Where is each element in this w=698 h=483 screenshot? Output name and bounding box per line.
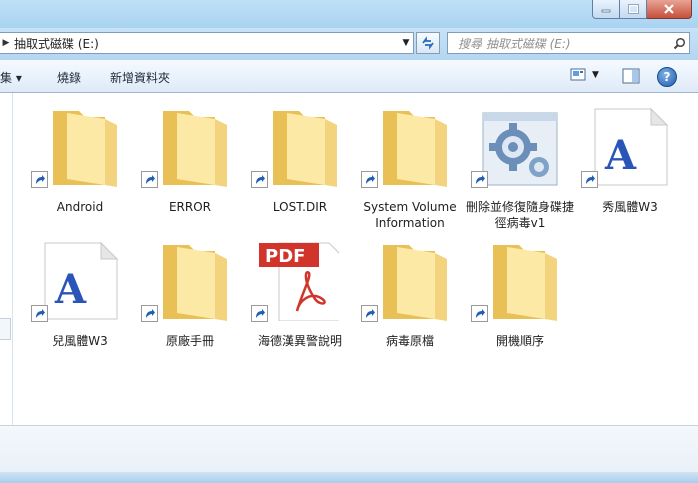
shortcut-arrow-icon [251,305,268,322]
file-name: 原廠手冊 [165,334,214,348]
organize-menu[interactable]: 集 ▾ [0,69,22,86]
shortcut-arrow-icon [31,305,48,322]
window-controls [592,0,692,19]
title-bar [0,0,698,28]
minimize-button[interactable] [592,0,620,19]
folder-icon [53,111,117,187]
breadcrumb-chevron-icon[interactable]: ▶ [0,38,12,48]
close-button[interactable] [647,0,692,19]
shortcut-arrow-icon [361,171,378,188]
file-view: Android ERROR LOST.DIR System Volume Inf… [13,93,698,425]
refresh-icon [422,36,434,50]
search-button[interactable] [669,37,689,50]
view-options-button[interactable]: ▼ [570,68,599,82]
folder-icon [383,245,447,321]
navigation-pane [0,93,13,425]
help-icon: ? [663,70,671,84]
taskbar-edge [0,472,698,483]
help-button[interactable]: ? [657,67,677,87]
address-path[interactable]: 抽取式磁碟 (E:) [12,35,399,52]
file-name: 刪除並修復隨身碟捷徑病毒v1 [465,200,574,230]
address-bar[interactable]: ▶ 抽取式磁碟 (E:) ▼ [0,32,414,54]
folder-icon [383,111,447,187]
svg-text:A: A [604,132,637,179]
file-item-font-w3-2[interactable]: A 兒風體W3 [25,235,135,365]
command-bar: 集 ▾ 燒錄 新增資料夾 ▼ ? [0,60,698,93]
file-name: 秀風體W3 [602,200,658,214]
folder-icon [163,245,227,321]
preview-pane-icon [622,68,640,84]
burn-button[interactable]: 燒錄 [57,69,81,86]
close-icon [664,4,674,14]
file-item-pdf-alarm-manual[interactable]: PDF 海德漢異警說明 [245,235,355,365]
file-name: 兒風體W3 [52,334,108,348]
file-name: System Volume Information [363,200,457,230]
file-item-system-volume-information[interactable]: System Volume Information [355,101,465,231]
file-name: 病毒原檔 [385,334,434,348]
search-box[interactable]: 搜尋 抽取式磁碟 (E:) [447,32,690,54]
shortcut-arrow-icon [31,171,48,188]
shortcut-arrow-icon [471,171,488,188]
file-item-lost-dir[interactable]: LOST.DIR [245,101,355,231]
svg-text:A: A [54,266,87,313]
pdf-badge: PDF [265,246,305,267]
view-icon [570,68,586,81]
file-item-android[interactable]: Android [25,101,135,231]
file-item-virus-originals[interactable]: 病毒原檔 [355,235,465,365]
shortcut-arrow-icon [141,171,158,188]
folder-icon [493,245,557,321]
shortcut-arrow-icon [141,305,158,322]
details-pane [0,425,698,483]
file-name: 開機順序 [495,334,544,348]
minimize-icon [601,9,611,13]
file-item-boot-order[interactable]: 開機順序 [465,235,575,365]
refresh-button[interactable] [416,32,440,54]
folder-icon [273,111,337,187]
file-name: ERROR [168,200,212,214]
preview-pane-button[interactable] [622,68,640,87]
font-file-icon: A [594,107,669,186]
file-name: 海德漢異警說明 [257,334,342,348]
maximize-icon [627,4,639,14]
file-name: LOST.DIR [272,200,328,214]
file-name: Android [56,200,104,214]
gears-app-icon [482,112,558,186]
new-folder-button[interactable]: 新增資料夾 [110,69,170,86]
file-item-font-w3[interactable]: A 秀風體W3 [575,101,685,231]
search-icon [673,37,685,49]
address-dropdown-icon[interactable]: ▼ [399,38,413,48]
search-input[interactable]: 搜尋 抽取式磁碟 (E:) [448,35,669,52]
pdf-file-icon: PDF [259,242,339,321]
font-file-icon: A [44,241,119,320]
navigation-bar: ▶ 抽取式磁碟 (E:) ▼ 搜尋 抽取式磁碟 (E:) [0,28,698,60]
shortcut-arrow-icon [471,305,488,322]
shortcut-arrow-icon [361,305,378,322]
file-item-fix-shortcut-virus[interactable]: 刪除並修復隨身碟捷徑病毒v1 [465,101,575,231]
file-item-error[interactable]: ERROR [135,101,245,231]
maximize-button[interactable] [620,0,647,19]
file-item-manuals[interactable]: 原廠手冊 [135,235,245,365]
shortcut-arrow-icon [581,171,598,188]
chevron-down-icon: ▼ [592,70,599,80]
folder-icon [163,111,227,187]
shortcut-arrow-icon [251,171,268,188]
navigation-pane-scroll[interactable] [0,318,11,340]
